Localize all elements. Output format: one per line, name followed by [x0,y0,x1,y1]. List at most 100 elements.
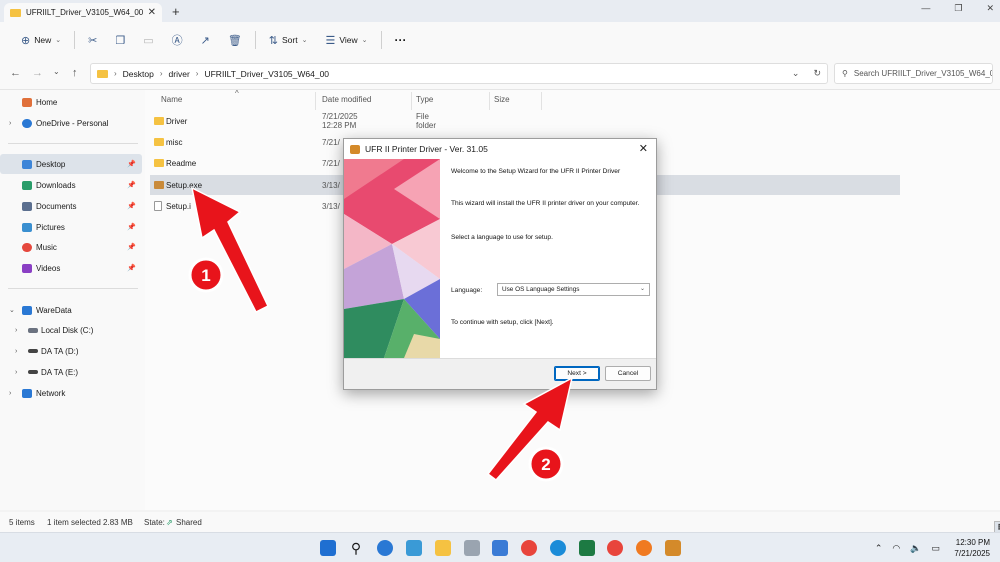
battery-icon[interactable]: ▭ [931,543,940,554]
breadcrumb-driver[interactable]: driver [169,69,190,79]
wifi-icon[interactable]: ◠ [892,543,900,554]
chrome-profile-icon[interactable] [607,540,623,556]
cut-button[interactable]: ✂ [79,28,106,52]
file-row-setup-ini[interactable]: Setup.i 3/13/ [150,196,340,216]
column-header-name[interactable]: Name [161,95,182,104]
chrome-icon[interactable] [521,540,537,556]
installer-taskbar-icon[interactable] [665,540,681,556]
view-label: View [339,35,358,45]
sidebar-item-music[interactable]: Music 📌 [0,237,142,257]
column-divider[interactable] [411,92,412,110]
music-icon [22,242,32,252]
breadcrumb-current[interactable]: UFRIILT_Driver_V3105_W64_00 [204,69,329,79]
up-arrow-icon[interactable]: ↑ [72,67,78,79]
pin-icon[interactable]: 📌 [127,202,136,210]
folder-icon [97,69,108,78]
chevron-right-icon: › [195,69,199,78]
history-chevron-icon[interactable]: ⌄ [792,68,800,79]
view-icon: ☰ [325,34,336,47]
picture-icon [22,222,32,232]
chevron-right-icon[interactable]: › [9,120,11,127]
chevron-down-icon[interactable]: ⌄ [9,306,15,314]
address-bar[interactable]: › Desktop › driver › UFRIILT_Driver_V310… [90,63,828,84]
file-explorer-icon[interactable] [435,540,451,556]
refresh-icon[interactable]: ↻ [813,68,821,79]
sidebar-item-data-d[interactable]: › DA TA (D:) [0,341,142,361]
file-row-readme[interactable]: Readme 7/21/ [150,153,340,173]
firefox-icon[interactable] [636,540,652,556]
excel-icon[interactable] [579,540,595,556]
new-tab-button[interactable]: + [172,4,180,19]
column-header-date[interactable]: Date modified [322,95,371,104]
file-row-driver[interactable]: Driver 7/21/2025 12:28 PM File folder [150,111,436,131]
explorer-tab[interactable]: UFRIILT_Driver_V3105_W64_00 ✕ [4,3,162,22]
search-icon[interactable]: ⚲ [348,540,364,556]
folder-icon [154,138,164,146]
drive-icon [28,327,38,333]
chevron-right-icon[interactable]: › [15,348,17,355]
pin-icon[interactable]: 📌 [127,223,136,231]
paste-button[interactable]: ▭ [134,28,162,52]
notepad-icon[interactable] [464,540,480,556]
sidebar-item-network[interactable]: › Network [0,383,142,403]
forward-arrow-icon[interactable]: → [32,67,43,79]
notes-icon[interactable] [492,540,508,556]
view-button[interactable]: ☰ View ⌄ [316,28,376,52]
pin-icon[interactable]: 📌 [127,264,136,272]
recent-chevron-icon[interactable]: ⌄ [53,67,60,76]
search-icon: ⚲ [842,69,848,78]
next-button[interactable]: Next > [554,366,600,381]
sidebar-item-home[interactable]: Home [0,92,142,112]
chevron-right-icon[interactable]: › [15,369,17,376]
file-row-misc[interactable]: misc 7/21/ [150,132,340,152]
sidebar-item-onedrive[interactable]: › OneDrive - Personal [0,113,142,133]
copilot-icon[interactable] [377,540,393,556]
more-options-button[interactable]: ··· [386,28,416,52]
sidebar-item-downloads[interactable]: Downloads 📌 [0,175,142,195]
cancel-button[interactable]: Cancel [605,366,651,381]
column-divider[interactable] [315,92,316,110]
copy-button[interactable]: ❐ [106,28,134,52]
share-button[interactable]: ↗ [192,28,219,52]
sidebar-divider [8,288,138,289]
edge-icon[interactable] [550,540,566,556]
more-label: ··· [394,33,407,47]
volume-icon[interactable]: 🔈 [910,543,921,554]
chevron-right-icon: › [114,69,117,78]
clock[interactable]: 12:30 PM 7/21/2025 [954,537,990,559]
sidebar-item-documents[interactable]: Documents 📌 [0,196,142,216]
language-dropdown[interactable]: Use OS Language Settings ⌄ [497,283,650,296]
breadcrumb-desktop[interactable]: Desktop [123,69,154,79]
pin-icon[interactable]: 📌 [127,160,136,168]
search-box[interactable]: ⚲ Search UFRIILT_Driver_V3105_W64_00 [834,63,993,84]
rename-button[interactable]: Ⓐ [163,28,192,52]
start-icon[interactable] [320,540,336,556]
chevron-right-icon[interactable]: › [9,390,11,397]
column-header-size[interactable]: Size [494,95,510,104]
minimize-button[interactable]: — [921,3,930,14]
address-row: ← → ⌄ ↑ › Desktop › driver › UFRIILT_Dri… [0,58,1000,90]
dialog-close-button[interactable]: ✕ [639,142,648,155]
widgets-icon[interactable] [406,540,422,556]
sidebar-item-pictures[interactable]: Pictures 📌 [0,217,142,237]
chevron-right-icon[interactable]: › [15,327,17,334]
toolbar-divider [380,31,382,49]
pin-icon[interactable]: 📌 [127,243,136,251]
close-window-button[interactable]: ✕ [986,3,994,14]
back-arrow-icon[interactable]: ← [10,67,21,79]
sidebar-item-videos[interactable]: Videos 📌 [0,258,142,278]
maximize-button[interactable]: ❐ [954,3,962,14]
pin-icon[interactable]: 📌 [127,181,136,189]
sidebar-item-waredata[interactable]: ⌄ WareData [0,300,142,320]
column-divider[interactable] [489,92,490,110]
chevron-up-icon[interactable]: ⌃ [875,543,883,554]
column-divider[interactable] [541,92,542,110]
new-button[interactable]: ⊕ New ⌄ [12,28,70,52]
delete-button[interactable]: 🗑 [219,28,251,52]
sidebar-item-desktop[interactable]: Desktop 📌 [0,154,142,174]
column-header-type[interactable]: Type [416,95,433,104]
close-tab-icon[interactable]: ✕ [148,7,156,18]
sidebar-item-data-e[interactable]: › DA TA (E:) [0,362,142,382]
sidebar-item-local-disk-c[interactable]: › Local Disk (C:) [0,320,142,340]
sort-button[interactable]: ⇅ Sort ⌄ [260,28,317,52]
